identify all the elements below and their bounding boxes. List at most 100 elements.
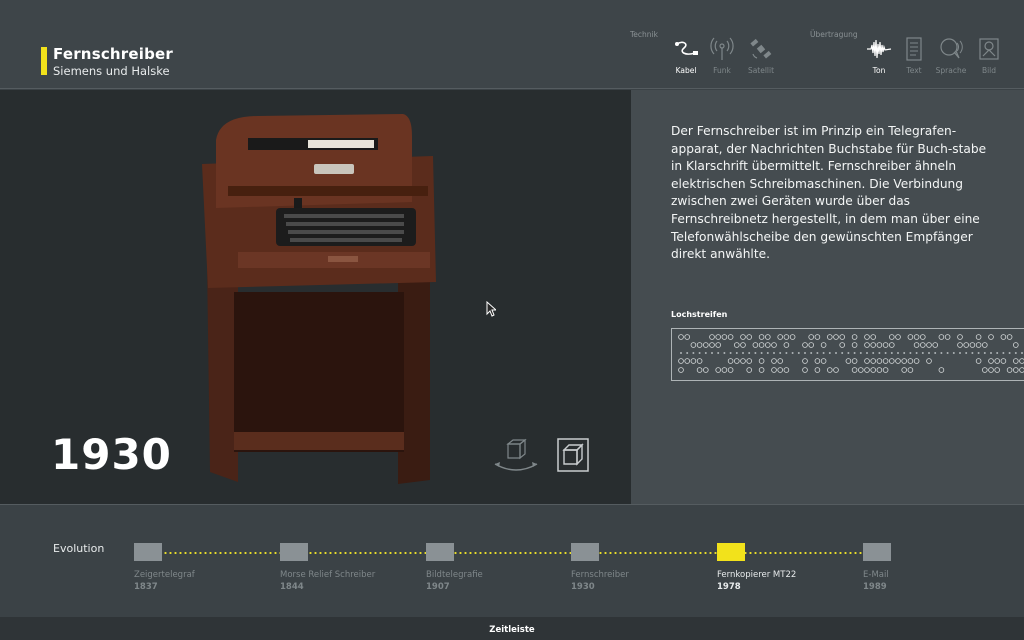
timeline-item-e-mail[interactable]: E-Mail 1989 bbox=[863, 543, 891, 592]
tape-hole bbox=[1000, 334, 1007, 340]
tape-hole bbox=[907, 358, 914, 364]
tape-feed-hole bbox=[748, 352, 751, 354]
tape-hole bbox=[864, 358, 870, 364]
tape-feed-hole bbox=[965, 352, 968, 354]
tape-feed-hole bbox=[890, 352, 893, 354]
speech-icon bbox=[940, 38, 963, 59]
timeline-item-fernkopierer-mt22[interactable]: Fernkopierer MT22 1978 bbox=[717, 543, 796, 592]
nav-label: Satellit bbox=[747, 66, 775, 75]
evolution-label: Evolution bbox=[53, 542, 105, 555]
box-view-button[interactable] bbox=[557, 438, 589, 472]
tape-hole bbox=[802, 367, 808, 373]
tape-feed-hole bbox=[903, 352, 906, 354]
nav-item-funk[interactable]: Funk bbox=[700, 36, 744, 75]
tape-hole bbox=[981, 342, 988, 348]
tape-feed-hole bbox=[680, 352, 682, 354]
timeline-item-zeigertelegraf[interactable]: Zeigertelegraf 1837 bbox=[134, 543, 195, 592]
tape-feed-hole bbox=[698, 352, 701, 354]
tape-feed-hole bbox=[996, 352, 999, 354]
tape-feed-hole bbox=[1014, 352, 1017, 354]
tape-hole bbox=[876, 367, 883, 373]
tape-hole bbox=[808, 334, 815, 340]
page-title: Fernschreiber bbox=[53, 45, 174, 63]
tape-feed-hole bbox=[686, 352, 689, 354]
tape-hole bbox=[920, 334, 926, 340]
tape-feed-hole bbox=[791, 352, 794, 354]
tape-hole bbox=[932, 342, 939, 348]
tape-hole bbox=[876, 358, 883, 364]
tape-hole bbox=[839, 334, 846, 340]
tape-hole bbox=[777, 358, 783, 364]
tape-feed-hole bbox=[804, 352, 806, 354]
tape-hole bbox=[789, 334, 796, 340]
tape-feed-hole bbox=[754, 352, 757, 354]
tape-hole bbox=[1006, 334, 1013, 340]
tape-hole bbox=[734, 358, 740, 364]
tape-hole bbox=[777, 367, 783, 373]
tape-hole bbox=[678, 334, 684, 340]
tape-hole bbox=[870, 334, 877, 340]
tape-hole bbox=[901, 367, 908, 373]
tape-hole bbox=[851, 342, 858, 348]
tape-hole bbox=[696, 367, 703, 373]
group-label-technik: Technik bbox=[630, 30, 658, 39]
tape-hole bbox=[963, 342, 970, 348]
satellite-icon bbox=[750, 38, 772, 59]
timeline-toggle-label: Zeitleiste bbox=[489, 625, 535, 635]
tape-hole bbox=[889, 358, 895, 364]
tape-hole bbox=[814, 358, 821, 364]
tape-hole bbox=[1012, 358, 1019, 364]
timeline-item-year: 1989 bbox=[863, 582, 887, 592]
tape-hole bbox=[994, 358, 1001, 364]
timeline-marker bbox=[134, 543, 162, 561]
tape-hole bbox=[783, 334, 790, 340]
tape-hole bbox=[758, 367, 765, 373]
tape-hole bbox=[765, 334, 771, 340]
timeline-item-year: 1837 bbox=[134, 582, 158, 592]
tape-hole bbox=[975, 358, 982, 364]
tape-hole bbox=[882, 367, 889, 373]
tape-hole bbox=[746, 367, 752, 373]
timeline-item-year: 1978 bbox=[717, 582, 741, 592]
tape-feed-hole bbox=[946, 352, 949, 354]
tape-hole bbox=[808, 342, 815, 348]
tape-hole bbox=[988, 367, 994, 373]
tape-hole bbox=[678, 367, 684, 373]
tape-hole bbox=[734, 342, 740, 348]
tape-hole bbox=[981, 367, 988, 373]
tape-feed-hole bbox=[1008, 352, 1011, 354]
nav-item-satellit[interactable]: Satellit bbox=[739, 36, 783, 75]
tape-hole bbox=[715, 367, 721, 373]
nav-item-bild[interactable]: Bild bbox=[967, 36, 1011, 75]
tape-feed-hole bbox=[847, 352, 850, 354]
tape-hole bbox=[851, 367, 858, 373]
tape-hole bbox=[1012, 342, 1019, 348]
tape-label: Lochstreifen bbox=[671, 310, 728, 319]
tape-feed-hole bbox=[711, 352, 713, 354]
timeline-marker bbox=[426, 543, 454, 561]
tape-feed-hole bbox=[934, 352, 937, 354]
tape-hole bbox=[709, 342, 715, 348]
nav-label: Bild bbox=[981, 66, 997, 75]
timeline-item-bildtelegrafie[interactable]: Bildtelegrafie 1907 bbox=[426, 543, 483, 592]
timeline-item-name: Morse Relief Schreiber bbox=[280, 570, 376, 580]
tape-hole bbox=[957, 342, 963, 348]
timeline-toggle-bar[interactable]: Zeitleiste bbox=[0, 617, 1024, 640]
tape-hole bbox=[746, 358, 752, 364]
timeline-item-fernschreiber[interactable]: Fernschreiber 1930 bbox=[571, 543, 629, 592]
tape-hole bbox=[895, 358, 901, 364]
rotate-view-button[interactable] bbox=[493, 438, 539, 474]
tape-hole bbox=[988, 334, 994, 340]
tape-hole bbox=[771, 358, 777, 364]
evolution-timeline: Evolution Zeigertelegraf 1837 Morse Reli… bbox=[0, 504, 1024, 617]
timeline-item-morse-relief-schreiber[interactable]: Morse Relief Schreiber 1844 bbox=[280, 543, 375, 592]
tape-hole bbox=[740, 334, 746, 340]
tape-hole bbox=[851, 358, 858, 364]
tape-hole bbox=[913, 358, 920, 364]
tape-hole bbox=[889, 334, 895, 340]
tape-hole bbox=[913, 334, 920, 340]
tape-feed-hole bbox=[897, 352, 899, 354]
image-icon bbox=[979, 38, 999, 60]
tape-feed-hole bbox=[785, 352, 788, 354]
timeline-item-name: Bildtelegrafie bbox=[426, 570, 483, 580]
